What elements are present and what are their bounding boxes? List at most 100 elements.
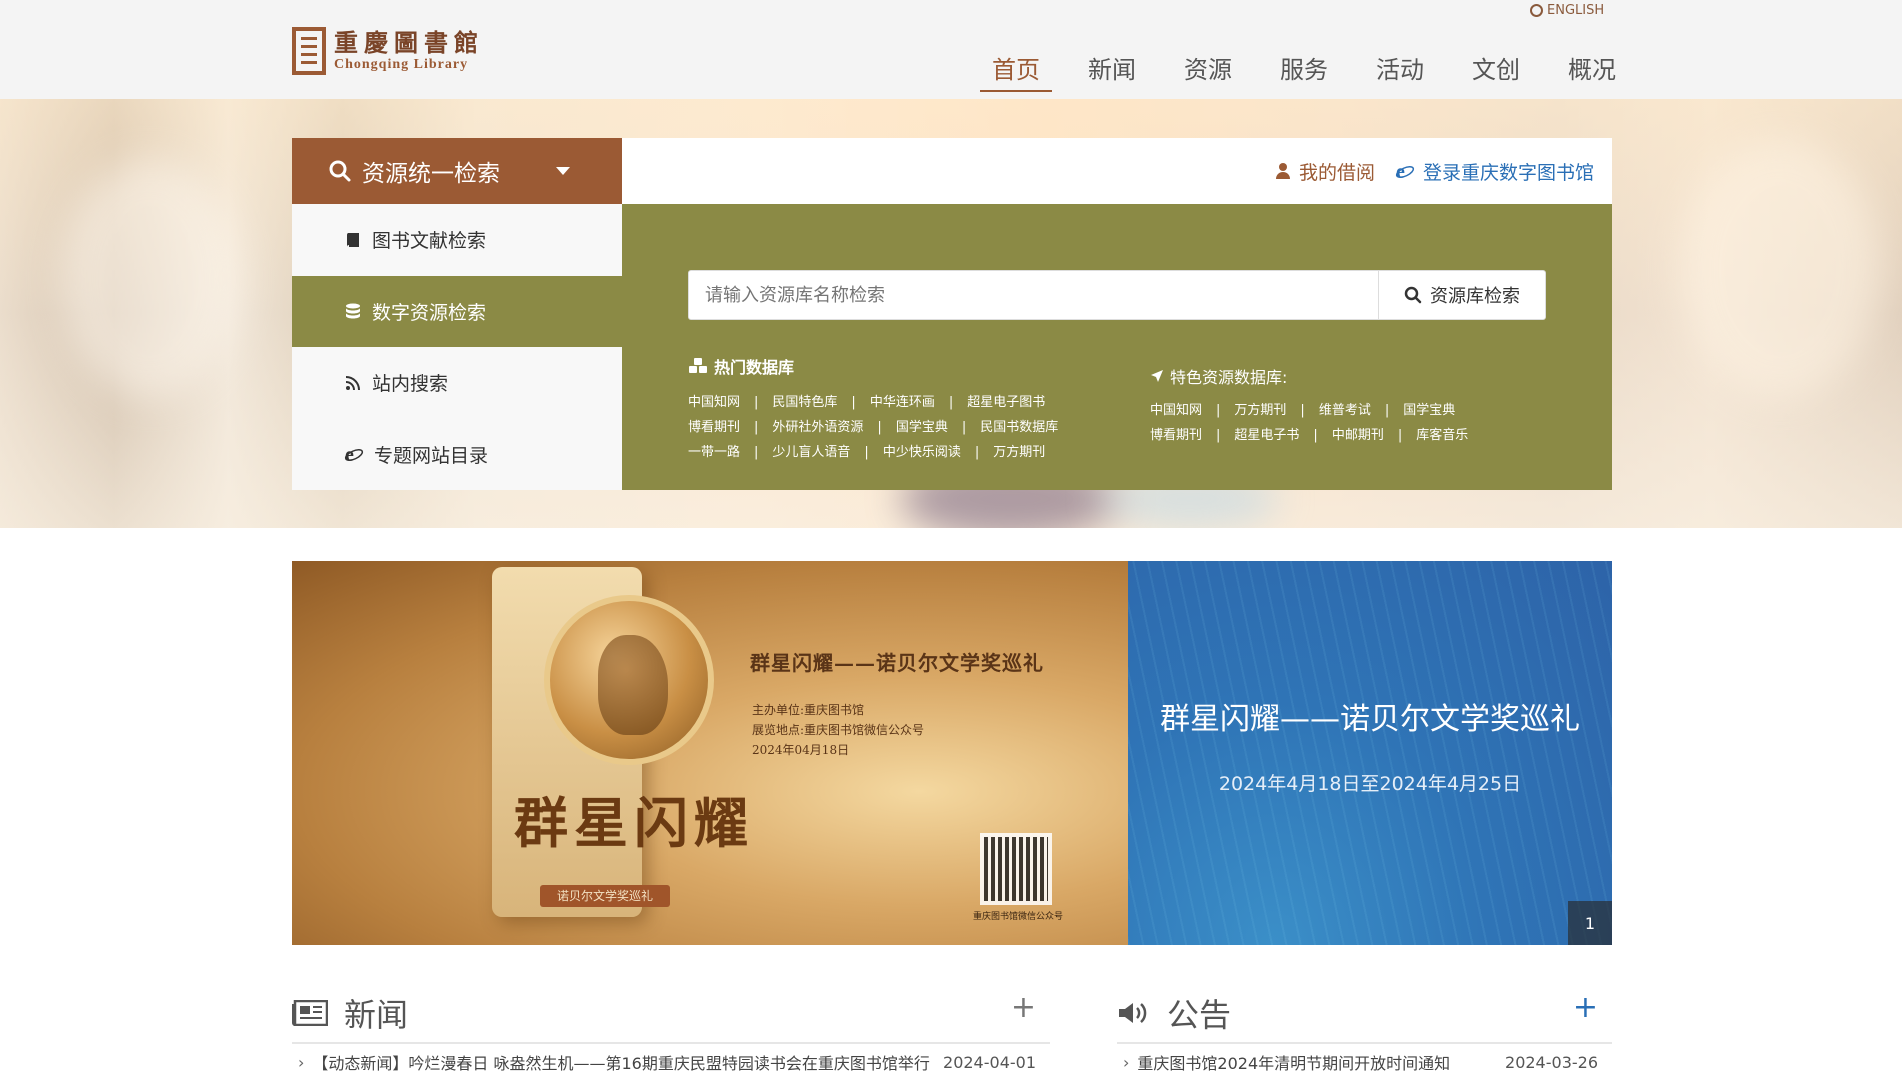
hot-db-link[interactable]: 国学宝典 [896,415,948,440]
tab-book-search[interactable]: 图书文献检索 [292,204,622,276]
nav-item-overview[interactable]: 概况 [1544,50,1640,88]
ie-icon: e [344,444,364,464]
tab-digital-resource-search-label: 数字资源检索 [372,301,487,324]
special-db-link[interactable]: 博看期刊 [1150,423,1202,448]
hot-db-link[interactable]: 中少快乐阅读 [883,440,961,465]
hot-db-link[interactable]: 超星电子图书 [967,390,1045,415]
banner-organizer: 主办单位:重庆图书馆 [752,703,865,717]
tab-book-search-label: 图书文献检索 [372,230,487,253]
special-db-link[interactable]: 中邮期刊 [1332,423,1384,448]
tab-site-search-label: 站内搜索 [372,373,449,396]
my-borrow-label: 我的借阅 [1298,161,1375,184]
qr-code-icon [980,833,1052,905]
resource-search-box: 资源库检索 [688,270,1546,320]
unified-search-header[interactable]: 资源统一检索 [292,138,622,204]
special-db-link[interactable]: 维普考试 [1319,398,1371,423]
banner-venue: 展览地点:重庆图书馆微信公众号 [752,723,925,737]
tab-site-search[interactable]: 站内搜索 [292,347,622,419]
location-arrow-icon [1151,370,1163,382]
carousel-page-indicator[interactable]: 1 [1568,901,1612,945]
banner-image-title: 群星闪耀——诺贝尔文学奖巡礼 [750,651,1044,675]
user-icon [1275,163,1290,179]
hot-db-link[interactable]: 博看期刊 [688,415,740,440]
hot-db-row: 一带一路 | 少儿盲人语音 | 中少快乐阅读 | 万方期刊 [688,440,1108,465]
news-title: 新闻 [344,996,409,1034]
list-item[interactable]: › 【动态新闻】吟烂漫春日 咏盎然生机——第16期重庆民盟特园读书会在重庆图书馆… [292,1044,1050,1080]
english-language-link[interactable]: ENGLISH [1530,3,1604,18]
hot-db-link[interactable]: 一带一路 [688,440,740,465]
globe-icon [1530,4,1543,17]
banner-image-date: 2024年04月18日 [752,743,850,757]
notice-more-button[interactable]: + [1573,990,1598,1025]
banner-carousel[interactable]: 群星闪耀 诺贝尔文学奖巡礼 群星闪耀——诺贝尔文学奖巡礼 主办单位:重庆图书馆 … [292,561,1612,945]
chevron-right-icon: › [1123,1052,1130,1072]
hot-db-row: 博看期刊 | 外研社外语资源 | 国学宝典 | 民国书数据库 [688,415,1108,440]
database-icon [346,303,360,319]
tab-topic-site-directory-label: 专题网站目录 [374,444,489,467]
special-db-link[interactable]: 超星电子书 [1234,423,1299,448]
resource-search-button[interactable]: 资源库检索 [1378,271,1545,319]
nobel-medal-icon [544,595,714,765]
news-section: 新闻 + › 【动态新闻】吟烂漫春日 咏盎然生机——第16期重庆民盟特园读书会在… [292,984,1050,1080]
hot-databases: 热门数据库 中国知网 | 民国特色库 | 中华连环画 | 超星电子图书 博看期刊 | 外研社外语… [688,354,1108,465]
rss-icon [345,375,360,390]
special-databases-title: 特色资源数据库: [1170,368,1288,387]
news-item-date: 2024-04-01 [943,1052,1036,1072]
nav-item-services[interactable]: 服务 [1256,50,1352,88]
search-panel: 我的借阅 e 登录重庆数字图书馆 资源库检索 热门数据库 中国知网|民国特色库|… [622,138,1612,490]
logo-english-text: Chongqing Library [334,57,469,72]
hot-db-link[interactable]: 中国知网 [688,390,740,415]
cubes-icon [689,358,707,373]
resource-search-input[interactable] [689,271,1378,319]
search-tabs-panel: 资源统一检索 图书文献检索 数字资源检索 站内搜索 e 专题网站目录 [292,138,622,490]
logo-mark-icon [292,27,326,75]
speaker-icon [1119,1003,1147,1023]
news-item-text[interactable]: 【动态新闻】吟烂漫春日 咏盎然生机——第16期重庆民盟特园读书会在重庆图书馆举行 [312,1050,940,1074]
chevron-right-icon: › [298,1052,305,1072]
login-digital-library-label: 登录重庆数字图书馆 [1422,161,1594,184]
list-item[interactable]: › 重庆图书馆2024年清明节期间开放时间通知 2024-03-26 [1117,1044,1612,1080]
search-panel-top: 我的借阅 e 登录重庆数字图书馆 [622,138,1612,204]
banner-tag: 诺贝尔文学奖巡礼 [540,885,670,907]
banner-calligraphy: 群星闪耀 [514,791,754,855]
hot-db-link[interactable]: 中华连环画 [870,390,935,415]
hot-db-link[interactable]: 民国书数据库 [980,415,1058,440]
hot-db-link[interactable]: 少儿盲人语音 [772,440,850,465]
special-db-link[interactable]: 国学宝典 [1403,398,1455,423]
hot-databases-title: 热门数据库 [714,358,795,377]
chevron-down-icon[interactable] [556,167,570,175]
nav-item-news[interactable]: 新闻 [1064,50,1160,88]
resource-search-button-label: 资源库检索 [1430,286,1520,307]
special-db-row: 中国知网 | 万方期刊 | 维普考试 | 国学宝典 [1150,398,1570,423]
special-db-link[interactable]: 万方期刊 [1234,398,1286,423]
banner-image[interactable]: 群星闪耀 诺贝尔文学奖巡礼 群星闪耀——诺贝尔文学奖巡礼 主办单位:重庆图书馆 … [292,561,1128,945]
hot-db-link[interactable]: 万方期刊 [993,440,1045,465]
hot-db-link[interactable]: 外研社外语资源 [772,415,863,440]
nav-item-activities[interactable]: 活动 [1352,50,1448,88]
news-more-button[interactable]: + [1011,990,1036,1025]
special-db-row: 博看期刊 | 超星电子书 | 中邮期刊 | 库客音乐 [1150,423,1570,448]
special-databases: 特色资源数据库: 中国知网 | 万方期刊 | 维普考试 | 国学宝典 博看期刊 | 超星电子书 |… [1150,364,1570,448]
book-icon [346,232,359,247]
special-db-link[interactable]: 库客音乐 [1416,423,1468,448]
library-logo[interactable]: 重慶圖書館 Chongqing Library [292,26,484,76]
my-borrow-link[interactable]: 我的借阅 [1275,158,1375,185]
notice-item-text[interactable]: 重庆图书馆2024年清明节期间开放时间通知 [1137,1050,1502,1074]
nav-item-home[interactable]: 首页 [968,50,1064,92]
login-digital-library-link[interactable]: e 登录重庆数字图书馆 [1395,158,1594,185]
tab-digital-resource-search[interactable]: 数字资源检索 [292,275,622,347]
search-icon [1404,286,1422,304]
qr-caption: 重庆图书馆微信公众号 [972,912,1063,922]
hot-db-link[interactable]: 民国特色库 [772,390,837,415]
nav-item-resources[interactable]: 资源 [1160,50,1256,88]
banner-info[interactable]: 群星闪耀——诺贝尔文学奖巡礼 2024年4月18日至2024年4月25日 1 [1128,561,1612,945]
newspaper-icon [292,1000,328,1026]
banner-title: 群星闪耀——诺贝尔文学奖巡礼 [1160,702,1580,737]
special-db-link[interactable]: 中国知网 [1150,398,1202,423]
nav-item-creative[interactable]: 文创 [1448,50,1544,88]
tab-topic-site-directory[interactable]: e 专题网站目录 [292,418,622,490]
unified-search-title: 资源统一检索 [362,161,500,187]
english-label: ENGLISH [1547,3,1605,18]
notice-item-date: 2024-03-26 [1505,1052,1598,1072]
notice-section: 公告 + › 重庆图书馆2024年清明节期间开放时间通知 2024-03-26 [1117,984,1612,1080]
